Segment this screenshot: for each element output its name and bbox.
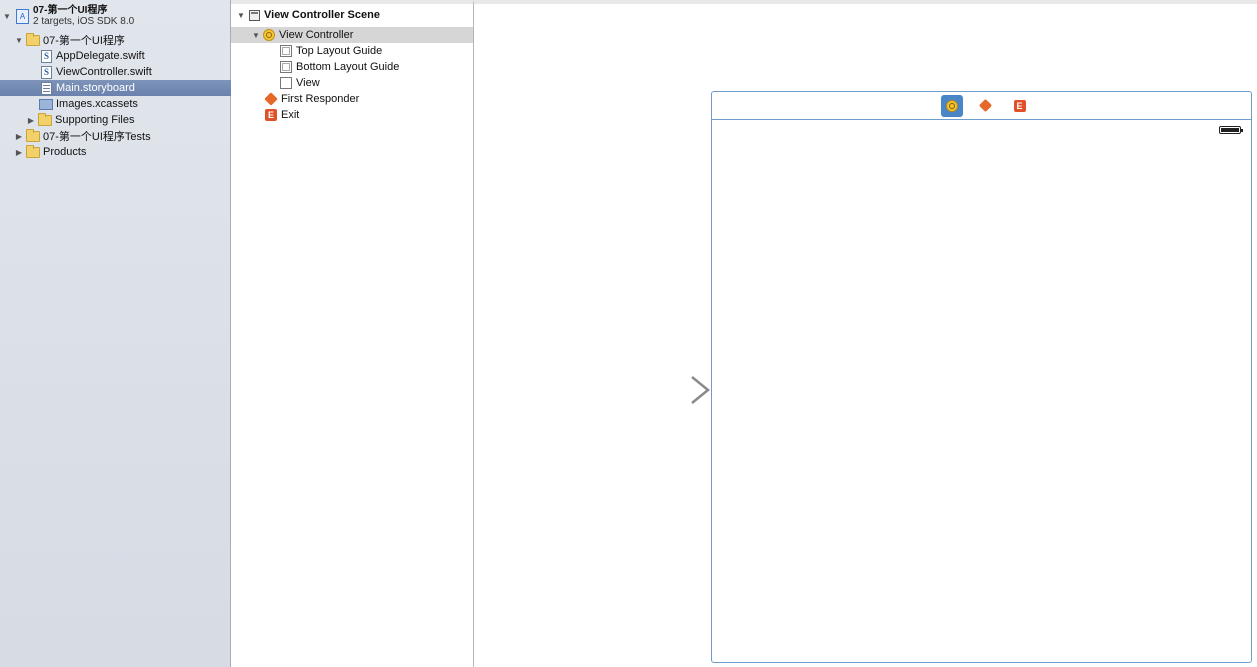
disclosure-collapsed-icon[interactable]: ▶: [26, 116, 36, 125]
scene-dock: E: [712, 92, 1251, 120]
exit-icon: E: [1013, 99, 1026, 112]
outline-scene-row[interactable]: ▼ View Controller Scene: [231, 7, 473, 23]
nav-item-images-xcassets[interactable]: Images.xcassets: [0, 96, 231, 112]
disclosure-expanded-icon[interactable]: ▼: [236, 11, 246, 20]
nav-item-label: Products: [43, 146, 87, 158]
project-navigator: ▼ A 07-第一个UI程序 2 targets, iOS SDK 8.0 ▼ …: [0, 0, 231, 667]
disclosure-expanded-icon[interactable]: ▼: [251, 31, 261, 40]
nav-item-products[interactable]: ▶ Products: [0, 144, 231, 160]
outline-item-label: Top Layout Guide: [296, 45, 383, 57]
layout-guide-icon: [280, 45, 292, 57]
storyboard-file-icon: [41, 81, 52, 95]
outline-item-label: Bottom Layout Guide: [296, 61, 400, 73]
nav-item-viewcontroller[interactable]: S ViewController.swift: [0, 64, 231, 80]
nav-item-label: ViewController.swift: [56, 66, 152, 78]
outline-item-label: First Responder: [281, 93, 360, 105]
outline-view-controller-label: View Controller: [279, 29, 354, 41]
xcode-project-icon: A: [16, 8, 29, 24]
document-outline: ▼ View Controller Scene ▼ View Controlle…: [231, 0, 474, 667]
disclosure-expanded-icon[interactable]: ▼: [14, 36, 24, 45]
project-subtitle: 2 targets, iOS SDK 8.0: [33, 16, 135, 27]
nav-item-tests-group[interactable]: ▶ 07-第一个UI程序Tests: [0, 128, 231, 144]
dock-view-controller-button[interactable]: [940, 94, 963, 117]
initial-view-controller-arrow-icon[interactable]: [624, 375, 714, 405]
folder-icon: [26, 144, 40, 158]
view-controller-icon: [945, 99, 958, 112]
scene-icon: [249, 9, 260, 21]
outline-bottom-layout-guide-row[interactable]: Bottom Layout Guide: [231, 59, 473, 75]
layout-guide-icon: [280, 61, 292, 73]
outline-top-layout-guide-row[interactable]: Top Layout Guide: [231, 43, 473, 59]
nav-item-label: 07-第一个UI程序: [43, 35, 125, 47]
dock-first-responder-button[interactable]: [975, 95, 997, 117]
nav-item-group-main[interactable]: ▼ 07-第一个UI程序: [0, 32, 231, 48]
first-responder-icon: [264, 92, 278, 106]
disclosure-collapsed-icon[interactable]: ▶: [14, 132, 24, 141]
asset-catalog-icon: [39, 98, 53, 110]
outline-scene-label: View Controller Scene: [264, 9, 380, 21]
disclosure-collapsed-icon[interactable]: ▶: [14, 148, 24, 157]
storyboard-canvas[interactable]: E: [474, 0, 1257, 667]
nav-item-label: Supporting Files: [55, 114, 135, 126]
view-controller-frame[interactable]: E: [711, 91, 1252, 663]
view-icon: [280, 77, 292, 89]
project-root-row[interactable]: ▼ A 07-第一个UI程序 2 targets, iOS SDK 8.0: [0, 4, 231, 28]
swift-file-icon: S: [41, 49, 52, 63]
exit-icon: E: [265, 109, 277, 121]
nav-item-label: AppDelegate.swift: [56, 50, 145, 62]
first-responder-icon: [978, 98, 993, 113]
nav-item-appdelegate[interactable]: S AppDelegate.swift: [0, 48, 231, 64]
outline-exit-row[interactable]: E Exit: [231, 107, 473, 123]
disclosure-expanded-icon[interactable]: ▼: [2, 12, 12, 21]
project-name: 07-第一个UI程序: [33, 5, 108, 16]
view-controller-icon: [263, 29, 275, 41]
folder-icon: [26, 32, 40, 46]
swift-file-icon: S: [41, 65, 52, 79]
outline-item-label: View: [296, 77, 320, 89]
nav-item-main-storyboard[interactable]: Main.storyboard: [0, 80, 231, 96]
nav-item-label: 07-第一个UI程序Tests: [43, 131, 151, 143]
battery-icon: [1219, 126, 1243, 134]
nav-item-supporting-files[interactable]: ▶ Supporting Files: [0, 112, 231, 128]
nav-item-label: Main.storyboard: [56, 82, 135, 94]
outline-item-label: Exit: [281, 109, 300, 121]
folder-icon: [38, 112, 52, 126]
outline-view-row[interactable]: View: [231, 75, 473, 91]
outline-first-responder-row[interactable]: First Responder: [231, 91, 473, 107]
folder-icon: [26, 128, 40, 142]
outline-view-controller-row[interactable]: ▼ View Controller: [231, 27, 473, 43]
dock-exit-button[interactable]: E: [1009, 95, 1031, 117]
nav-item-label: Images.xcassets: [56, 98, 138, 110]
